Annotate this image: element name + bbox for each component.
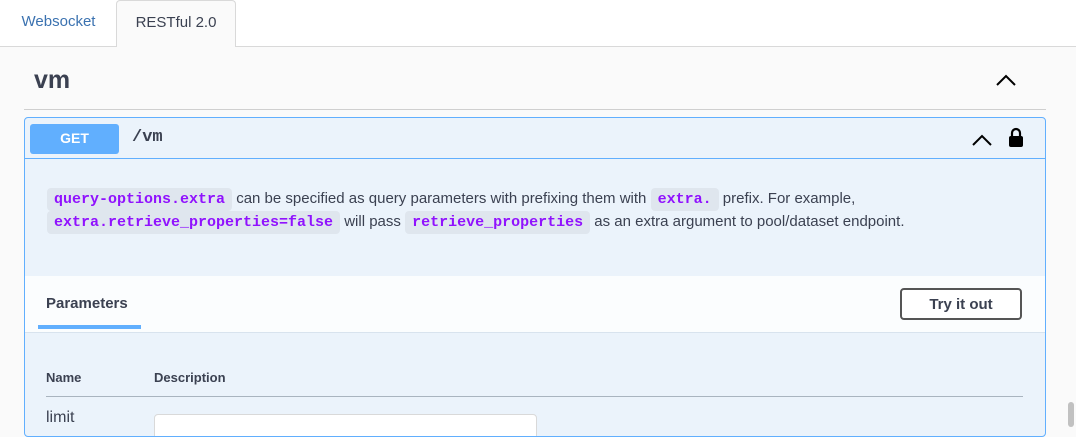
operation-summary[interactable]: GET /vm [25, 118, 1045, 159]
chevron-up-icon[interactable] [994, 70, 1018, 90]
divider [46, 396, 1023, 397]
parameters-header: Parameters Try it out [25, 276, 1045, 333]
try-it-out-button[interactable]: Try it out [900, 288, 1022, 320]
description-text: will pass [340, 213, 406, 230]
operation-description: query-options.extra can be specified as … [47, 188, 1027, 234]
description-text: prefix. For example, [718, 190, 856, 207]
limit-input[interactable] [154, 414, 537, 436]
code-extra-prefix: extra. [650, 188, 719, 211]
section-title: vm [34, 66, 71, 94]
endpoint-path: /vm [132, 128, 163, 147]
param-name-limit: limit [46, 409, 75, 426]
tab-restful[interactable]: RESTful 2.0 [116, 0, 236, 47]
description-text: as an extra argument to pool/dataset end… [590, 213, 905, 230]
tab-bar: Websocket RESTful 2.0 [0, 0, 1076, 47]
code-query-options: query-options.extra [47, 188, 233, 211]
active-tab-indicator [38, 325, 141, 329]
method-badge[interactable]: GET [30, 124, 119, 154]
chevron-up-icon[interactable] [970, 130, 994, 150]
code-retrieve-properties: retrieve_properties [405, 211, 591, 234]
parameters-tab[interactable]: Parameters [46, 295, 128, 312]
operation-block: GET /vm query-options.extra can be speci… [24, 117, 1046, 437]
lock-icon[interactable] [1007, 126, 1025, 148]
section-header-vm[interactable]: vm [24, 56, 1046, 110]
tab-websocket[interactable]: Websocket [0, 0, 117, 46]
column-header-name: Name [46, 370, 82, 385]
code-example: extra.retrieve_properties=false [47, 211, 341, 234]
column-header-description: Description [154, 370, 226, 385]
description-text: can be specified as query parameters wit… [232, 190, 651, 207]
scrollbar[interactable] [1068, 402, 1074, 427]
